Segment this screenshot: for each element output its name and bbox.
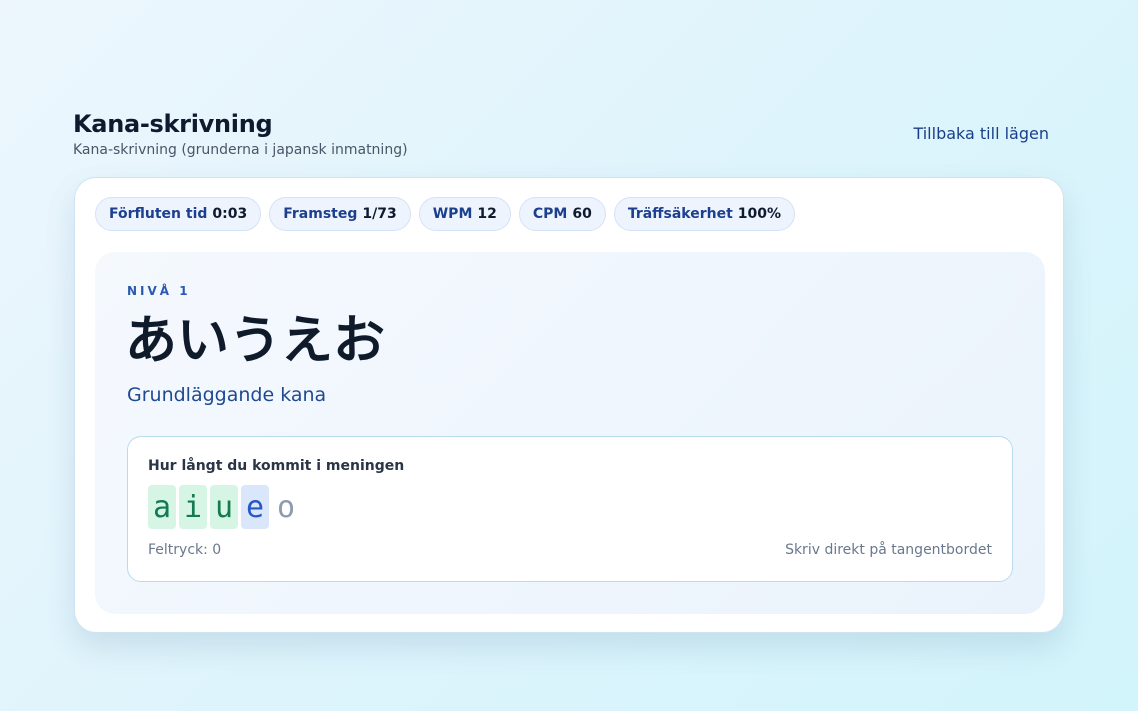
stat-accuracy: Träffsäkerhet 100% <box>613 197 796 231</box>
char-pending: o <box>276 489 296 525</box>
page-header: Kana-skrivning Kana-skrivning (grunderna… <box>73 110 1049 162</box>
stage-panel: NIVÅ 1 あいうえお Grundläggande kana Hur lång… <box>95 252 1045 614</box>
char-typed: i <box>179 485 207 529</box>
stat-elapsed-value: 0:03 <box>212 206 248 222</box>
error-count: Feltryck: 0 <box>148 542 222 558</box>
char-typed: u <box>210 485 238 529</box>
stat-elapsed-time: Förfluten tid 0:03 <box>95 197 262 231</box>
stat-progress-label: Framsteg <box>283 206 358 222</box>
stage-description: Grundläggande kana <box>127 384 327 406</box>
stat-progress: Framsteg 1/73 <box>269 197 411 231</box>
page-subtitle: Kana-skrivning (grunderna i japansk inma… <box>73 142 408 158</box>
level-label: NIVÅ 1 <box>127 284 191 298</box>
char-typed: a <box>148 485 176 529</box>
stat-accuracy-value: 100% <box>737 206 782 222</box>
stat-cpm-label: CPM <box>532 206 568 222</box>
stat-cpm-value: 60 <box>572 206 592 222</box>
stat-elapsed-label: Förfluten tid <box>109 206 208 222</box>
typed-characters: a i u e o <box>148 485 300 529</box>
typing-hint: Skriv direkt på tangentbordet <box>785 542 992 558</box>
page-title: Kana-skrivning <box>73 110 273 138</box>
stat-wpm: WPM 12 <box>418 197 511 231</box>
back-to-modes-link[interactable]: Tillbaka till lägen <box>913 124 1049 143</box>
stats-bar: Förfluten tid 0:03 Framsteg 1/73 WPM 12 … <box>95 197 796 231</box>
sentence-progress-box: Hur långt du kommit i meningen a i u e o… <box>127 436 1013 582</box>
stat-progress-value: 1/73 <box>362 206 397 222</box>
stat-wpm-value: 12 <box>477 206 497 222</box>
stat-wpm-label: WPM <box>432 206 473 222</box>
stat-accuracy-label: Träffsäkerhet <box>627 206 733 222</box>
stat-cpm: CPM 60 <box>518 197 606 231</box>
sentence-progress-label: Hur långt du kommit i meningen <box>148 458 405 474</box>
kana-prompt: あいうえお <box>125 311 386 371</box>
typing-card: Förfluten tid 0:03 Framsteg 1/73 WPM 12 … <box>74 177 1064 633</box>
char-current: e <box>241 485 269 529</box>
